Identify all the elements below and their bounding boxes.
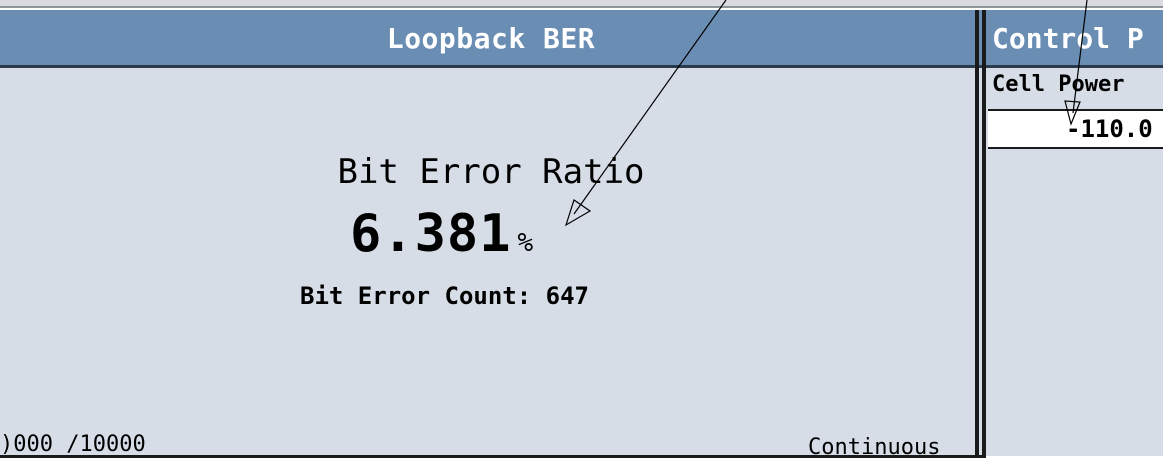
bottom-border [0, 455, 982, 458]
cell-power-field[interactable]: -110.0 [988, 109, 1163, 149]
panel-divider [975, 10, 979, 458]
top-border [0, 0, 1163, 8]
ber-unit: % [517, 228, 534, 258]
control-header: Control P [986, 10, 1163, 68]
progress-count: )000 /10000 [0, 432, 146, 457]
main-title: Loopback BER [386, 22, 596, 55]
top-strip [0, 0, 1163, 10]
cell-power-label: Cell Power [992, 72, 1125, 97]
control-panel: Control P Cell Power -110.0 [986, 10, 1163, 456]
loopback-ber-panel: Loopback BER Bit Error Ratio 6.381% Bit … [0, 10, 982, 460]
ber-readout: 6.381% [350, 204, 533, 264]
ber-label: Bit Error Ratio [337, 152, 645, 192]
bit-error-count: Bit Error Count: 647 [300, 282, 589, 310]
control-title: Control P [992, 22, 1144, 55]
main-header: Loopback BER [0, 10, 982, 68]
ber-value: 6.381 [350, 204, 512, 264]
cell-power-value: -110.0 [1066, 115, 1153, 143]
